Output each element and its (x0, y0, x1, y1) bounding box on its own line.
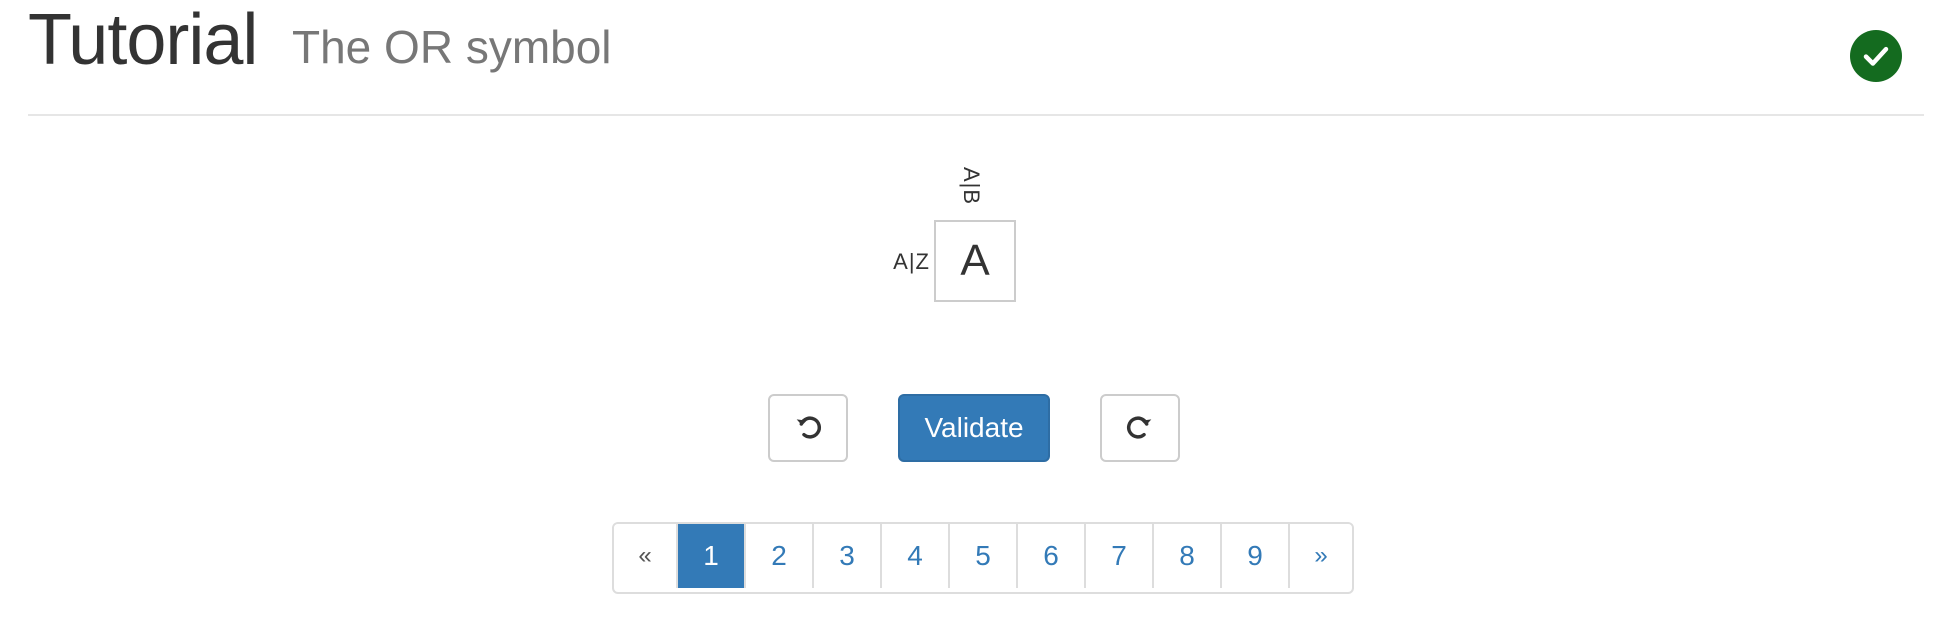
pagination-prev[interactable]: « (614, 524, 678, 588)
page-link-4[interactable]: 4 (882, 524, 950, 588)
redo-button[interactable] (1100, 394, 1180, 462)
pagination-next[interactable]: » (1290, 524, 1352, 588)
page-link-7[interactable]: 7 (1086, 524, 1154, 588)
redo-icon (1127, 416, 1152, 439)
validate-button[interactable]: Validate (898, 394, 1050, 462)
page-link-8[interactable]: 8 (1154, 524, 1222, 588)
undo-icon (796, 416, 821, 439)
column-clue: A|B (956, 158, 986, 214)
pagination: « 1 2 3 4 5 6 7 8 9 » (612, 522, 1354, 594)
puzzle-grid: A|B A|Z A (0, 0, 1954, 320)
row-clue: A|Z (893, 249, 930, 274)
page-link-1[interactable]: 1 (678, 524, 746, 588)
page: Tutorial The OR symbol A|B A|Z A Validat… (0, 0, 1954, 636)
page-link-3[interactable]: 3 (814, 524, 882, 588)
page-link-9[interactable]: 9 (1222, 524, 1290, 588)
page-link-6[interactable]: 6 (1018, 524, 1086, 588)
grid-cell[interactable]: A (934, 220, 1016, 302)
page-link-2[interactable]: 2 (746, 524, 814, 588)
undo-button[interactable] (768, 394, 848, 462)
page-link-5[interactable]: 5 (950, 524, 1018, 588)
column-clue-text: A|B (959, 166, 984, 206)
